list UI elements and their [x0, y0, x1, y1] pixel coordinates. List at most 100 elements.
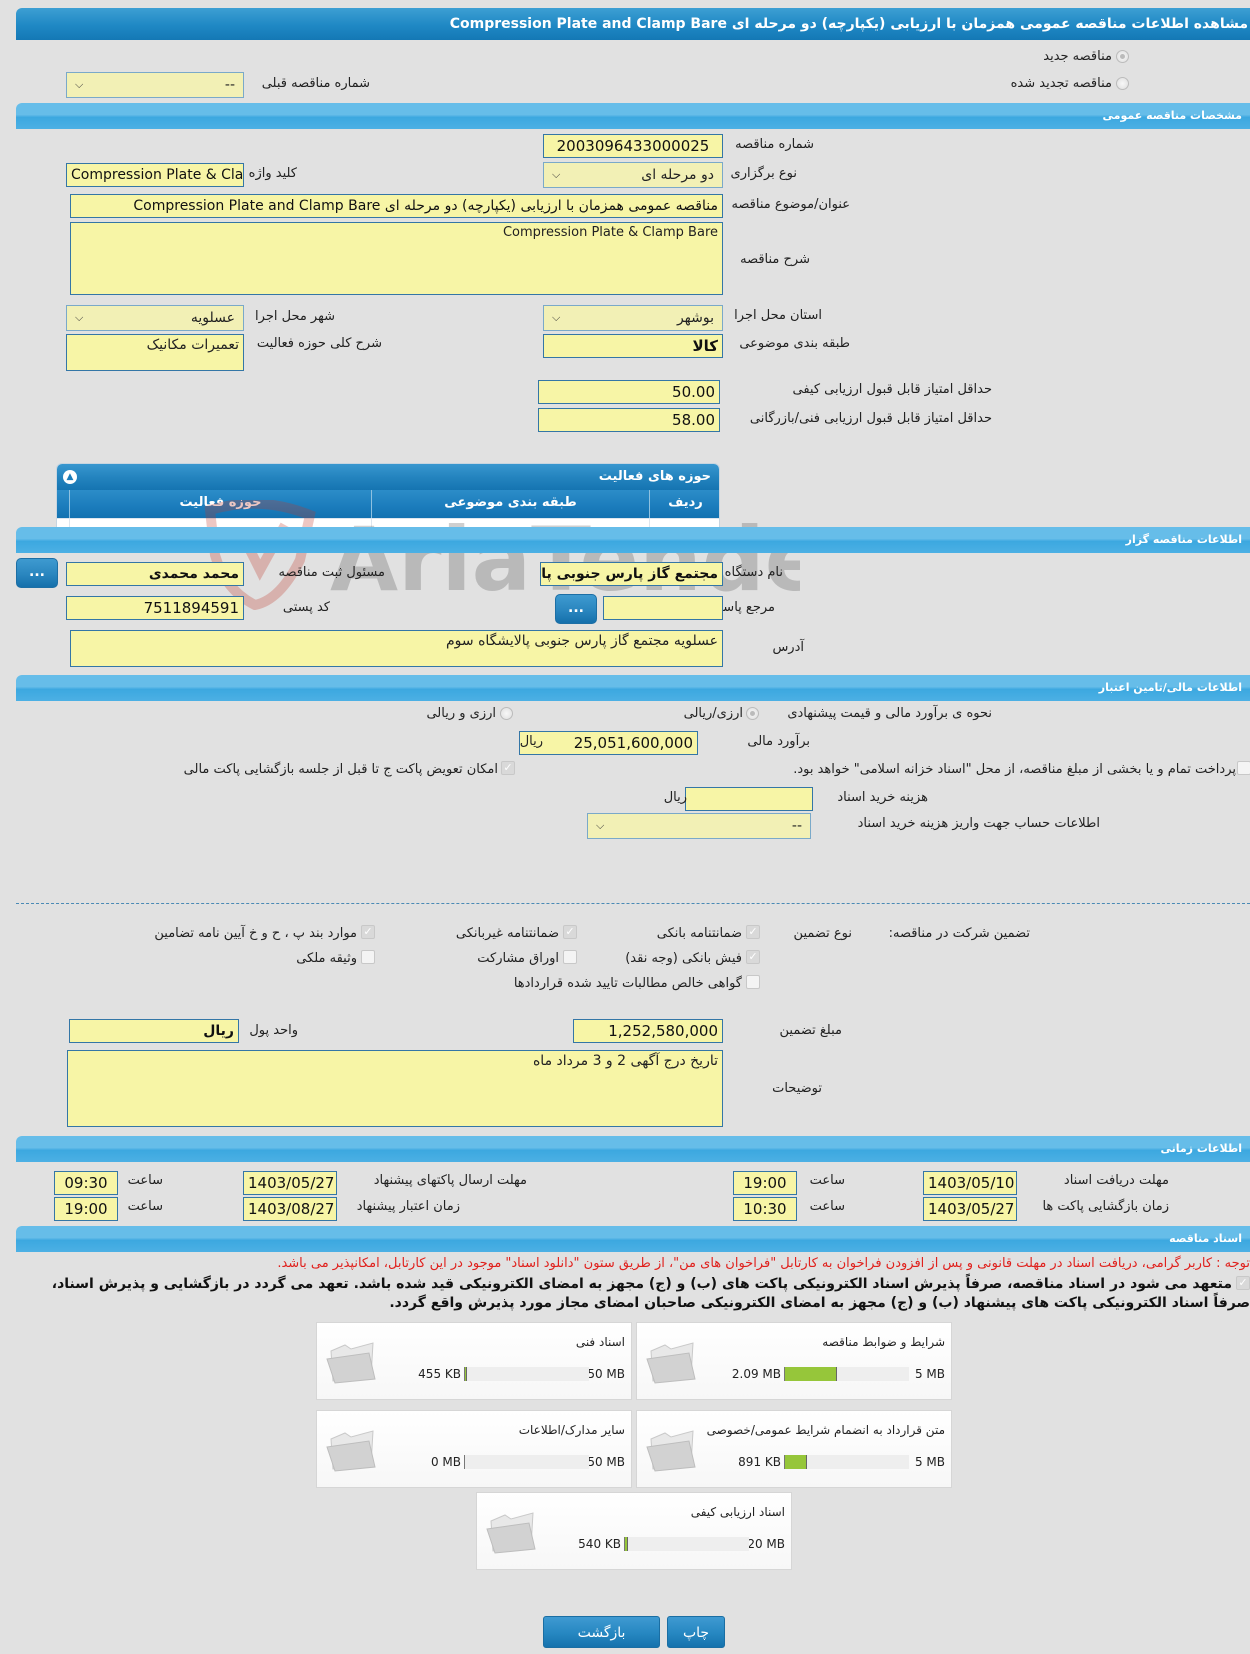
download-notice: توجه : کاربر گرامی، دریافت اسناد در مهلت… [277, 1256, 1250, 1271]
treasury-checkbox[interactable] [1237, 761, 1250, 775]
tender-number-field[interactable]: 2003096433000025 [543, 134, 723, 158]
city-label: شهر محل اجرا [255, 309, 335, 324]
validity-date[interactable]: 1403/08/27 [243, 1197, 337, 1221]
validity-time[interactable]: 19:00 [54, 1197, 118, 1221]
notes-label: توضیحات [772, 1081, 822, 1096]
previous-tender-select[interactable]: -- ⌵ [66, 72, 244, 98]
postal-code-field[interactable]: 7511894591 [66, 596, 244, 620]
doc-card-max: 50 MB [587, 1367, 625, 1381]
doc-fee-currency: ریال [663, 790, 687, 805]
commitment-checkbox[interactable]: ✓ [1236, 1276, 1250, 1290]
col-category[interactable]: طبقه بندی موضوعی [371, 490, 649, 518]
swap-envelope-checkbox[interactable]: ✓ [501, 761, 515, 775]
chevron-down-icon: ⌵ [552, 168, 561, 181]
radio-pricing-currency-and-rial[interactable] [500, 707, 513, 720]
submit-deadline-time[interactable]: 09:30 [54, 1171, 118, 1195]
guarantee-receivables-checkbox[interactable] [746, 975, 760, 989]
opening-date[interactable]: 1403/05/27 [923, 1197, 1017, 1221]
postal-code-label: کد پستی [282, 600, 330, 615]
registrar-field[interactable]: محمد محمدی [66, 562, 244, 586]
col-activity[interactable]: حوزه فعالیت [69, 490, 371, 518]
guarantee-bank-checkbox[interactable]: ✓ [746, 925, 760, 939]
col-index[interactable]: ردیف [649, 490, 719, 518]
doc-card-title: متن قرارداد به انضمام شرایط عمومی/خصوصی [706, 1423, 945, 1437]
chevron-down-icon: ⌵ [552, 311, 561, 324]
subject-field[interactable]: مناقصه عمومی همزمان با ارزیابی (یکپارچه)… [70, 194, 723, 218]
treasury-label: پرداخت تمام و یا بخشی از مبلغ مناقصه، از… [793, 762, 1236, 777]
doc-receive-time-label: ساعت [809, 1173, 845, 1188]
province-select[interactable]: بوشهر ⌵ [543, 305, 723, 331]
doc-fee-field[interactable] [685, 787, 813, 811]
keyword-label: کلید واژه [248, 166, 297, 181]
currency-unit-field[interactable]: ریال [69, 1019, 239, 1043]
city-select[interactable]: عسلویه ⌵ [66, 305, 244, 331]
doc-card-contract[interactable]: متن قرارداد به انضمام شرایط عمومی/خصوصی … [636, 1410, 952, 1488]
radio-pricing-currency-and-rial-label: ارزی و ریالی [426, 706, 496, 721]
account-select[interactable]: -- ⌵ [587, 813, 811, 839]
city-value: عسلویه [190, 310, 235, 326]
doc-card-quality[interactable]: اسناد ارزیابی کیفی 20 MB 540 KB [476, 1492, 792, 1570]
guarantee-amount-label: مبلغ تضمین [779, 1023, 842, 1038]
doc-card-technical[interactable]: اسناد فنی 50 MB 455 KB [316, 1322, 632, 1400]
tender-number-label: شماره مناقصه [735, 137, 814, 152]
collapse-icon[interactable]: ▲ [63, 470, 77, 484]
section-header-general: مشخصات مناقصه عمومی [16, 103, 1250, 129]
commitment-line-1: متعهد می شود در اسناد مناقصه، صرفاً پذیر… [51, 1276, 1232, 1292]
guarantee-type-label: نوع تضمین [793, 926, 852, 941]
org-name-field[interactable]: مجتمع گاز پارس جنوبی پالایشگاه سوم [540, 562, 723, 586]
folder-icon [326, 1430, 376, 1472]
doc-card-terms[interactable]: شرایط و ضوابط مناقصه 5 MB 2.09 MB [636, 1322, 952, 1400]
province-value: بوشهر [676, 310, 714, 326]
radio-pricing-currency-rial[interactable] [746, 707, 759, 720]
reference-lookup-button[interactable]: ... [555, 594, 597, 624]
activity-grid-header: حوزه های فعالیت ▲ [57, 464, 719, 490]
guarantee-amount-field[interactable]: 1,252,580,000 [573, 1019, 723, 1043]
guarantee-receivables-label: گواهی خالص مطالبات تایید شده قراردادها [513, 976, 742, 991]
opening-time[interactable]: 10:30 [733, 1197, 797, 1221]
doc-card-current: 891 KB [738, 1455, 781, 1469]
min-quality-label: حداقل امتیاز قابل قبول ارزیابی کیفی [792, 382, 992, 397]
activity-desc-textarea[interactable]: تعمیرات مکانیک [66, 334, 244, 371]
guarantee-bonds-label: اوراق مشارکت [477, 951, 559, 966]
notes-textarea[interactable]: تاریخ درج آگهی 2 و 3 مرداد ماه [67, 1050, 723, 1127]
previous-tender-label: شماره مناقصه قبلی [261, 76, 370, 91]
keyword-field[interactable]: Compression Plate & Clamp Bare [66, 163, 244, 187]
doc-card-progress [624, 1537, 749, 1551]
min-tech-label: حداقل امتیاز قابل قبول ارزیابی فنی/بازرگ… [749, 411, 992, 426]
doc-receive-date[interactable]: 1403/05/10 [923, 1171, 1017, 1195]
estimate-field[interactable]: 25,051,600,000 [519, 731, 698, 755]
subject-label: عنوان/موضوع مناقصه [731, 197, 850, 212]
window-title: مشاهده اطلاعات مناقصه عمومی همزمان با ار… [449, 16, 1248, 32]
description-textarea[interactable]: Compression Plate & Clamp Bare [70, 222, 723, 295]
guarantee-clauses-checkbox[interactable]: ✓ [361, 925, 375, 939]
radio-renewed-tender[interactable] [1116, 77, 1129, 90]
holding-type-select[interactable]: دو مرحله ای ⌵ [543, 162, 723, 188]
guarantee-property-label: وثیقه ملکی [296, 951, 357, 966]
guarantee-nonbank-label: ضمانتنامه غیربانکی [455, 926, 559, 941]
submit-deadline-date[interactable]: 1403/05/27 [243, 1171, 337, 1195]
guarantee-nonbank-checkbox[interactable]: ✓ [563, 925, 577, 939]
chevron-down-icon: ⌵ [75, 78, 84, 91]
category-field[interactable]: کالا [543, 334, 723, 358]
radio-new-tender-label: مناقصه جدید [1043, 49, 1112, 64]
guarantee-cash-checkbox[interactable]: ✓ [746, 950, 760, 964]
registrar-lookup-button[interactable]: ... [16, 558, 58, 588]
doc-card-progress [784, 1367, 909, 1381]
min-tech-field[interactable]: 58.00 [538, 408, 720, 432]
back-button[interactable]: بازگشت [543, 1616, 660, 1648]
address-textarea[interactable]: عسلویه مجتمع گاز پارس جنوبی پالایشگاه سو… [70, 630, 723, 667]
folder-icon [326, 1342, 376, 1384]
guarantee-bonds-checkbox[interactable] [563, 950, 577, 964]
reference-field[interactable] [603, 596, 723, 620]
min-quality-field[interactable]: 50.00 [538, 380, 720, 404]
window-title-bar: مشاهده اطلاعات مناقصه عمومی همزمان با ار… [16, 8, 1250, 40]
doc-card-other[interactable]: سایر مدارک/اطلاعات 50 MB 0 MB [316, 1410, 632, 1488]
province-label: استان محل اجرا [734, 308, 822, 323]
print-button[interactable]: چاپ [667, 1616, 725, 1648]
holding-type-label: نوع برگزاری [730, 166, 797, 181]
doc-card-title: شرایط و ضوابط مناقصه [822, 1335, 945, 1349]
guarantee-label: تضمین شرکت در مناقصه: [888, 926, 1030, 941]
doc-receive-time[interactable]: 19:00 [733, 1171, 797, 1195]
radio-new-tender[interactable] [1116, 50, 1129, 63]
guarantee-property-checkbox[interactable] [361, 950, 375, 964]
